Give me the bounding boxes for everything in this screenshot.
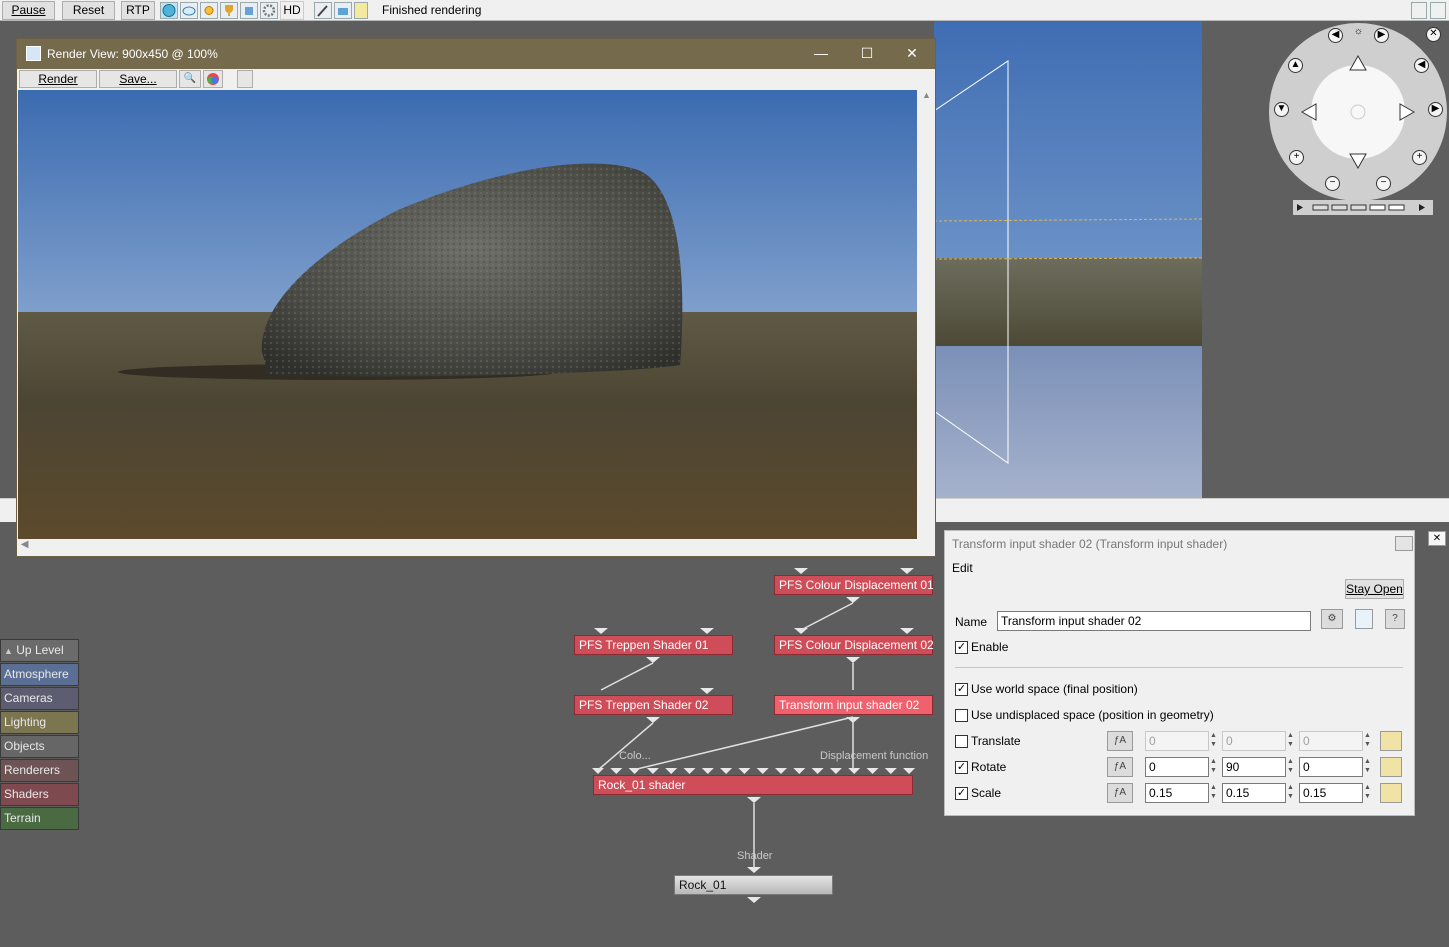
node-rock-01-object[interactable]: Rock_01	[674, 875, 833, 895]
scale-checkbox[interactable]: ✓	[955, 787, 968, 800]
translate-x-field[interactable]: 0	[1145, 731, 1209, 751]
node-pfs-colour-displacement-01[interactable]: PFS Colour Displacement 01	[774, 575, 934, 595]
rotate-x-field[interactable]: 0	[1145, 757, 1209, 777]
scale-y-stepper[interactable]: ▲ ▼	[1286, 783, 1295, 803]
undisplaced-space-label: Use undisplaced space (position in geome…	[971, 708, 1214, 722]
shader-input-port[interactable]	[866, 768, 879, 774]
shader-input-port[interactable]	[646, 768, 659, 774]
world-space-checkbox[interactable]: ✓	[955, 683, 968, 696]
translate-checkbox[interactable]	[955, 735, 968, 748]
translate-function-icon[interactable]: ƒA	[1107, 731, 1133, 751]
shader-input-port[interactable]	[610, 768, 623, 774]
rotate-z-stepper[interactable]: ▲ ▼	[1363, 757, 1372, 777]
undisplaced-space-checkbox[interactable]	[955, 709, 968, 722]
preview-icon[interactable]	[1355, 609, 1373, 629]
shader-input-port[interactable]	[720, 768, 733, 774]
enable-label: Enable	[971, 640, 1009, 654]
name-field[interactable]: Transform input shader 02	[997, 611, 1311, 631]
rotate-y-stepper[interactable]: ▲ ▼	[1286, 757, 1295, 777]
scale-z-stepper[interactable]: ▲ ▼	[1363, 783, 1372, 803]
name-label: Name	[955, 615, 988, 629]
shader-port-label: Shader	[737, 850, 773, 862]
shader-input-port[interactable]	[665, 768, 678, 774]
rotate-label: Rotate	[971, 760, 1007, 774]
shader-input-port[interactable]	[793, 768, 806, 774]
stay-open-label: Stay Open	[1346, 582, 1403, 596]
translate-y-stepper[interactable]: ▲ ▼	[1286, 731, 1295, 751]
node-pfs-treppen-shader-02[interactable]: PFS Treppen Shader 02	[574, 695, 733, 715]
colour-port-label: Colo...	[619, 750, 651, 762]
rotate-checkbox[interactable]: ✓	[955, 761, 968, 774]
rotate-x-stepper[interactable]: ▲ ▼	[1209, 757, 1218, 777]
edit-menu[interactable]: Edit	[952, 561, 973, 575]
rotate-y-field[interactable]: 90	[1222, 757, 1286, 777]
node-rock-01-shader[interactable]: Rock_01 shader	[593, 775, 913, 795]
help-icon[interactable]: ?	[1385, 609, 1405, 629]
settings-gear-icon[interactable]: ⚙	[1321, 609, 1343, 629]
rotate-z-field[interactable]: 0	[1299, 757, 1363, 777]
scale-function-icon[interactable]: ƒA	[1107, 783, 1133, 803]
rotate-function-icon[interactable]: ƒA	[1107, 757, 1133, 777]
scale-z-field[interactable]: 0.15	[1299, 783, 1363, 803]
properties-header: Transform input shader 02 (Transform inp…	[952, 537, 1228, 551]
shader-input-port[interactable]	[884, 768, 897, 774]
translate-z-field[interactable]: 0	[1299, 731, 1363, 751]
shader-input-port[interactable]	[683, 768, 696, 774]
shader-input-port[interactable]	[829, 768, 842, 774]
translate-lock-icon[interactable]	[1380, 731, 1402, 751]
shader-input-port[interactable]	[775, 768, 787, 774]
shader-input-port[interactable]	[756, 768, 769, 774]
panel-close-icon[interactable]: ✕	[1428, 531, 1446, 546]
shader-input-port[interactable]	[811, 768, 824, 774]
node-transform-input-shader-02[interactable]: Transform input shader 02	[774, 695, 933, 715]
shader-input-port[interactable]	[848, 768, 861, 774]
stay-open-button[interactable]: Stay Open	[1345, 579, 1404, 599]
translate-x-stepper[interactable]: ▲ ▼	[1209, 731, 1218, 751]
shader-input-port[interactable]	[592, 768, 604, 774]
translate-z-stepper[interactable]: ▲ ▼	[1363, 731, 1372, 751]
shader-input-port[interactable]	[738, 768, 751, 774]
rotate-lock-icon[interactable]	[1380, 757, 1402, 777]
scale-x-stepper[interactable]: ▲ ▼	[1209, 783, 1218, 803]
properties-panel: Transform input shader 02 (Transform inp…	[944, 530, 1415, 816]
shader-input-port[interactable]	[903, 768, 916, 774]
translate-label: Translate	[971, 734, 1021, 748]
scale-label: Scale	[971, 786, 1002, 800]
scale-y-field[interactable]: 0.15	[1222, 783, 1286, 803]
section-divider	[955, 667, 1403, 668]
world-space-label: Use world space (final position)	[971, 682, 1138, 696]
enable-checkbox[interactable]: ✓	[955, 641, 968, 654]
panel-restore-icon[interactable]	[1395, 536, 1413, 551]
shader-input-port[interactable]	[701, 768, 714, 774]
scale-x-field[interactable]: 0.15	[1145, 783, 1209, 803]
scale-lock-icon[interactable]	[1380, 783, 1402, 803]
node-pfs-treppen-shader-01[interactable]: PFS Treppen Shader 01	[574, 635, 733, 655]
translate-y-field[interactable]: 0	[1222, 731, 1286, 751]
displacement-port-label: Displacement function	[820, 750, 929, 762]
node-pfs-colour-displacement-02[interactable]: PFS Colour Displacement 02	[774, 635, 934, 655]
